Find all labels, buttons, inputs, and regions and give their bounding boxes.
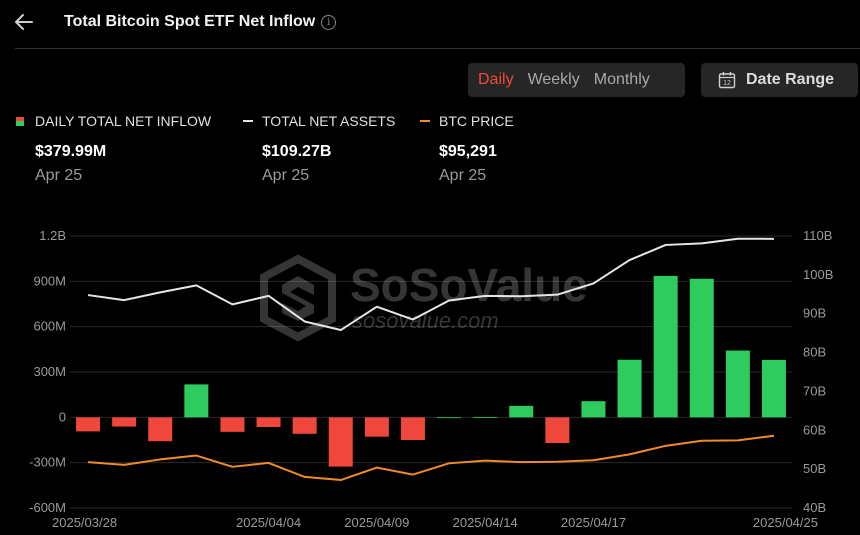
inflow-bar[interactable]	[256, 417, 281, 428]
right-tick-label: 110B	[803, 228, 832, 243]
watermark-url: sosovalue.com	[352, 308, 499, 333]
left-tick-label: -600M	[29, 500, 66, 515]
inflow-chart[interactable]: SoSoValue sosovalue.com -600M -300M 0 300M 6…	[0, 215, 860, 535]
legend-net-assets-label: TOTAL NET ASSETS	[262, 113, 396, 129]
watermark-brand: SoSoValue	[350, 259, 588, 311]
legend-net-assets: TOTAL NET ASSETS $109.27B Apr 25	[243, 113, 395, 185]
left-tick-label: 300M	[33, 364, 66, 379]
inflow-bar[interactable]	[437, 417, 462, 419]
inflow-bar[interactable]	[653, 275, 678, 418]
inflow-bar[interactable]	[473, 417, 498, 418]
inflow-bar[interactable]	[112, 417, 137, 427]
legend-daily-inflow: DAILY TOTAL NET INFLOW $379.99M Apr 25	[16, 113, 211, 185]
sosovalue-watermark: SoSoValue sosovalue.com	[260, 254, 588, 342]
orange-line-icon	[420, 120, 430, 122]
inflow-bar[interactable]	[581, 401, 606, 418]
legend-btc-price: BTC PRICE $95,291 Apr 25	[420, 113, 514, 185]
legend-net-assets-date: Apr 25	[262, 167, 310, 184]
inflow-bar[interactable]	[761, 359, 786, 418]
date-range-label: Date Range	[746, 71, 835, 88]
btc-price-line[interactable]	[87, 434, 775, 482]
inflow-bar[interactable]	[184, 384, 209, 418]
white-line-icon	[243, 120, 253, 122]
inflow-bar[interactable]	[509, 405, 534, 418]
inflow-bar[interactable]	[328, 417, 353, 467]
legend-btc-price-value: $95,291	[439, 143, 497, 160]
left-tick-label: -300M	[29, 455, 66, 470]
x-tick-label: 2025/04/09	[344, 515, 409, 530]
inflow-bar[interactable]	[364, 417, 389, 437]
legend-daily-inflow-label: DAILY TOTAL NET INFLOW	[35, 113, 212, 129]
inflow-bar[interactable]	[220, 417, 245, 432]
right-tick-label: 50B	[803, 461, 826, 476]
period-monthly-button[interactable]: Monthly	[587, 63, 657, 97]
legend-btc-price-label: BTC PRICE	[439, 113, 514, 129]
x-tick-label: 2025/04/25	[753, 515, 818, 530]
period-toggle: Daily Weekly Monthly	[468, 63, 685, 97]
right-tick-label: 60B	[803, 422, 826, 437]
x-axis: 2025/03/28 2025/04/04 2025/04/09 2025/04/14…	[52, 515, 818, 530]
inflow-bar[interactable]	[617, 359, 642, 418]
calendar-day-text: 12	[723, 80, 731, 87]
legend-daily-inflow-date: Apr 25	[35, 167, 83, 184]
legend-daily-inflow-value: $379.99M	[35, 143, 107, 160]
x-tick-label: 2025/04/14	[453, 515, 518, 530]
x-tick-label: 2025/04/04	[236, 515, 301, 530]
left-tick-label: 600M	[33, 319, 66, 334]
period-daily-button[interactable]: Daily	[468, 63, 521, 97]
x-tick-label: 2025/04/17	[561, 515, 626, 530]
left-tick-label: 0	[59, 409, 66, 424]
header: Total Bitcoin Spot ETF Net Inflow i	[0, 0, 860, 48]
info-icon[interactable]: i	[321, 15, 337, 30]
legend-btc-price-key: BTC PRICE	[420, 113, 514, 129]
right-tick-label: 100B	[803, 267, 833, 282]
right-tick-label: 90B	[803, 306, 826, 321]
period-weekly-button[interactable]: Weekly	[521, 63, 587, 97]
right-y-axis: 40B 50B 60B 70B 80B 90B 100B 110B	[803, 228, 833, 515]
legend-daily-inflow-key: DAILY TOTAL NET INFLOW	[16, 113, 211, 129]
date-range-button[interactable]: 12 Date Range	[701, 63, 858, 97]
right-tick-label: 40B	[803, 500, 826, 515]
x-tick-label: 2025/03/28	[52, 515, 117, 530]
inflow-bar[interactable]	[148, 417, 173, 442]
inflow-bar[interactable]	[545, 417, 570, 444]
inflow-bar[interactable]	[292, 417, 317, 434]
header-divider	[15, 48, 860, 49]
inflow-bar[interactable]	[689, 278, 714, 418]
page-title: Total Bitcoin Spot ETF Net Inflow i	[64, 13, 337, 31]
bicolor-square-icon	[16, 116, 24, 126]
calendar-icon: 12	[718, 72, 736, 89]
right-tick-label: 80B	[803, 345, 826, 360]
legend-net-assets-value: $109.27B	[262, 143, 332, 160]
left-y-axis: -600M -300M 0 300M 600M 900M 1.2B	[29, 228, 66, 515]
inflow-bar[interactable]	[725, 350, 750, 418]
inflow-bar[interactable]	[76, 417, 101, 432]
page-title-text: Total Bitcoin Spot ETF Net Inflow	[64, 13, 316, 30]
inflow-bar[interactable]	[400, 417, 425, 440]
right-tick-label: 70B	[803, 383, 826, 398]
left-tick-label: 900M	[33, 273, 66, 288]
legend-net-assets-key: TOTAL NET ASSETS	[243, 113, 395, 129]
back-arrow-icon[interactable]	[12, 10, 36, 34]
legend-btc-price-date: Apr 25	[439, 167, 487, 184]
left-tick-label: 1.2B	[39, 228, 66, 243]
